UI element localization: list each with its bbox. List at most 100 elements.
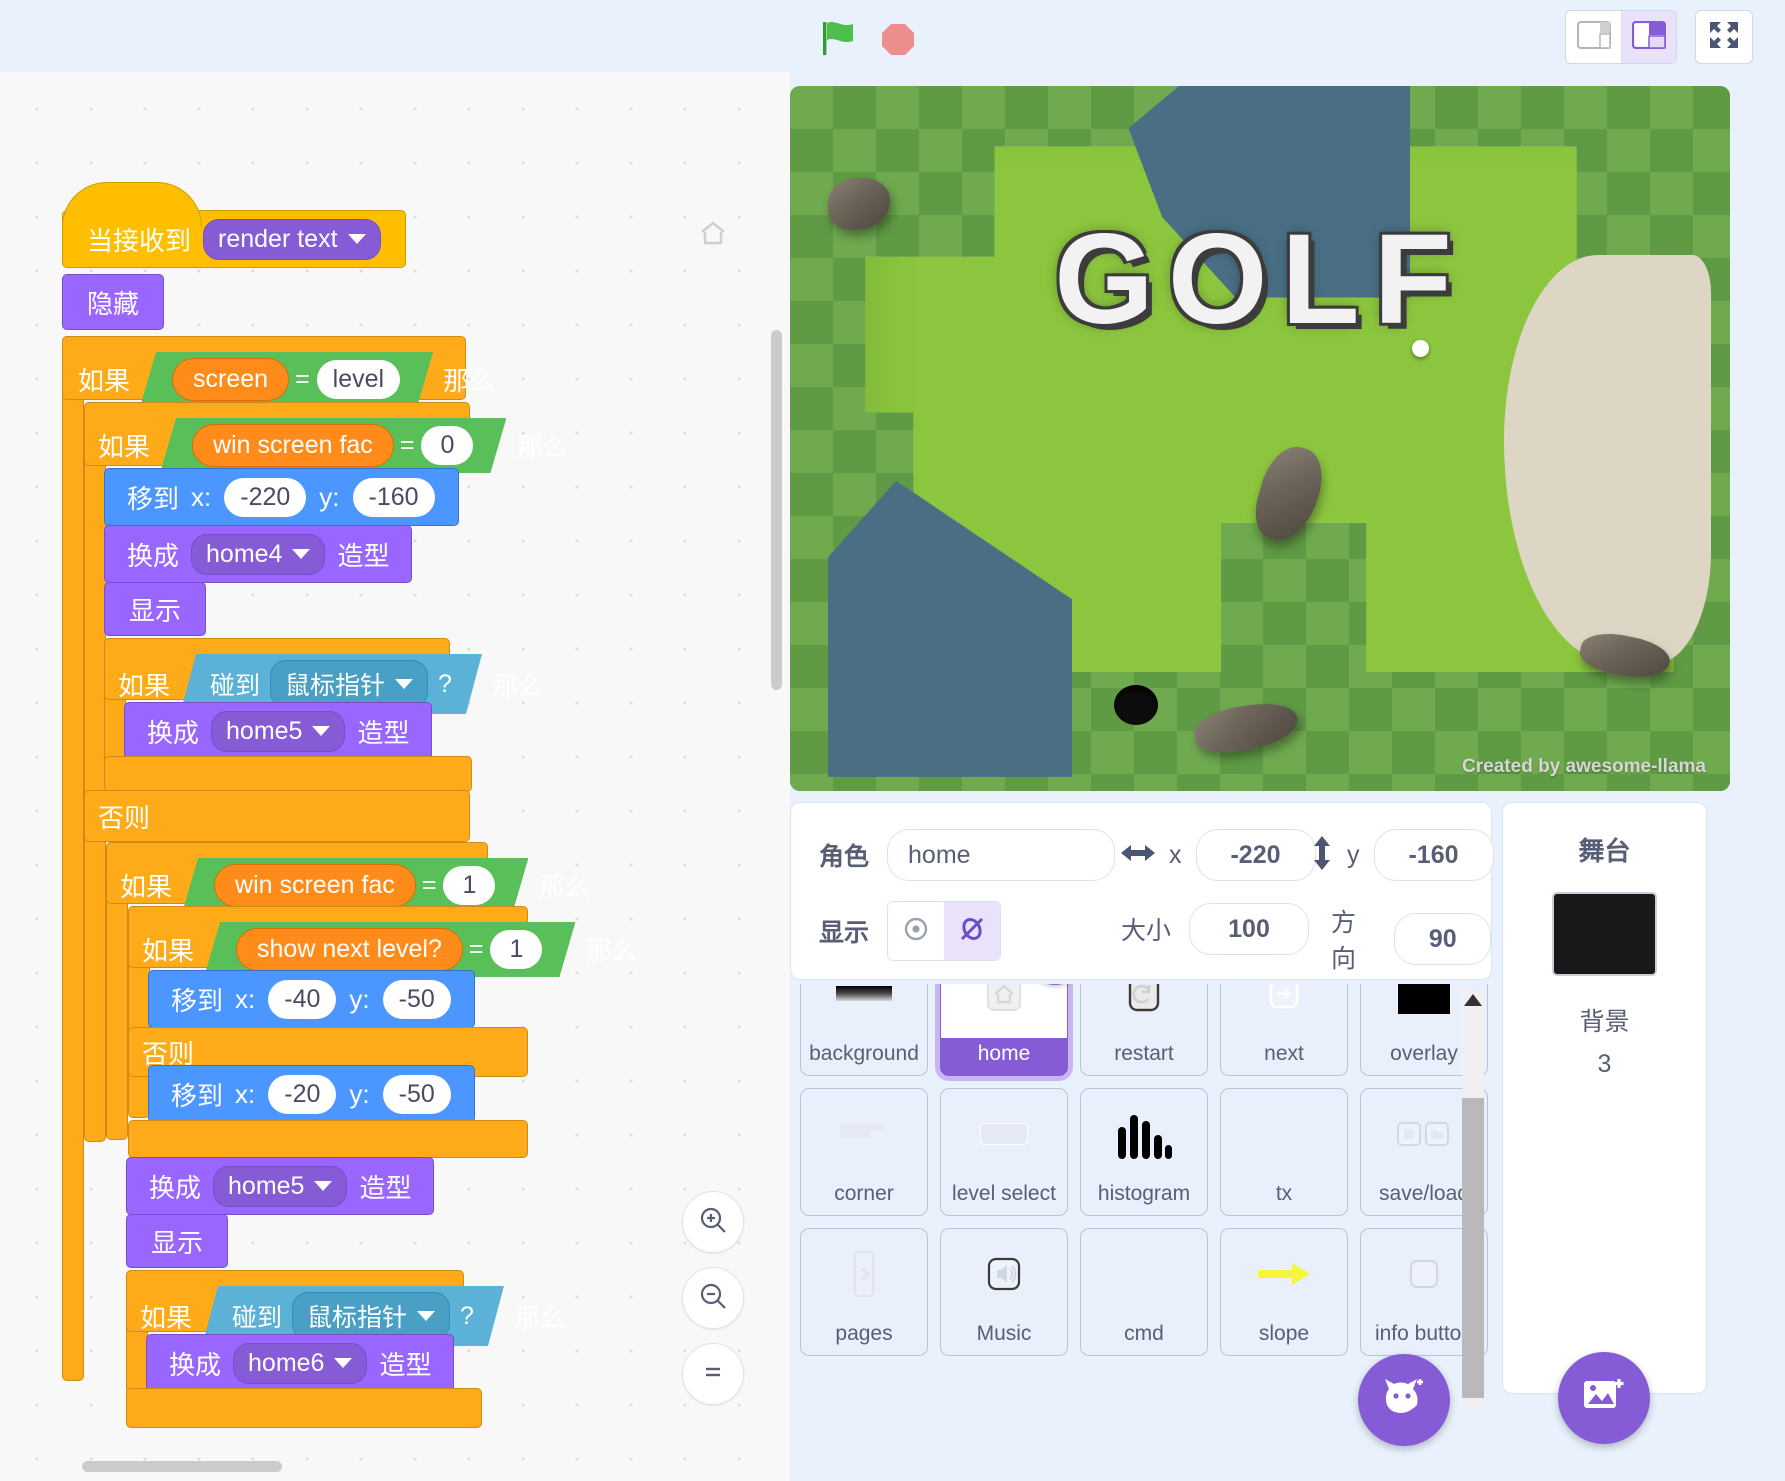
sprite-pane: 角色 home x -220 y -160 显示 大小 100 方向 90 ba… [790, 802, 1494, 1481]
costume-dropdown-1[interactable]: home4 [191, 533, 326, 575]
block-switch-costume-2[interactable]: 换成 home5 造型 [124, 702, 433, 760]
add-sprite-button[interactable] [1358, 1354, 1450, 1446]
zoom-reset-button[interactable] [682, 1343, 744, 1405]
block-when-i-receive[interactable]: 当接收到 render text [62, 182, 406, 268]
show-sprite-button[interactable] [888, 902, 945, 960]
costume-suffix-3: 造型 [359, 1172, 412, 1203]
sprite-x-input[interactable]: -220 [1195, 829, 1316, 881]
zoom-in-button[interactable] [682, 1191, 744, 1253]
block-switch-costume-1[interactable]: 换成 home4 造型 [104, 525, 413, 583]
block-goto-xy-2[interactable]: 移到 x: -40 y: -50 [148, 970, 475, 1028]
goto-x-input-1[interactable]: -220 [224, 477, 307, 517]
message-dropdown[interactable]: render text [203, 218, 381, 260]
sprite-list-scrollbar[interactable] [1462, 990, 1484, 1410]
sprite-size-input[interactable]: 100 [1189, 903, 1310, 955]
costume-suffix-2: 造型 [357, 717, 410, 748]
if-label-5: 如果 [142, 936, 195, 966]
sprite-visibility-row: 显示 [819, 901, 1002, 961]
yellow-arrow-icon [1221, 1229, 1347, 1318]
goto-y-input-1[interactable]: -160 [352, 477, 435, 517]
operator-equals-2[interactable]: win screen fac = 0 [160, 418, 506, 473]
code-workspace[interactable]: 当接收到 render text 隐藏 如果 screen = level 那么 [0, 72, 790, 1481]
block-if-screen-equals-level[interactable]: 如果 screen = level 那么 [72, 352, 501, 407]
corner-shape-icon [801, 1089, 927, 1178]
workspace-horizontal-scrollbar[interactable] [82, 1461, 282, 1472]
costume-dropdown-3[interactable]: home5 [213, 1165, 348, 1207]
zoom-out-button[interactable] [682, 1267, 744, 1329]
block-show-1[interactable]: 显示 [104, 582, 207, 636]
small-stage-button[interactable] [1566, 11, 1621, 63]
sprite-card-11[interactable]: Music [940, 1228, 1068, 1356]
sprite-card-13[interactable]: slope [1220, 1228, 1348, 1356]
costume-dropdown-4[interactable]: home6 [233, 1342, 368, 1384]
touching-label-1: 碰到 [210, 672, 261, 700]
switch-label-2: 换成 [147, 717, 200, 748]
stage-selector[interactable]: 舞台 背景 3 [1502, 802, 1707, 1394]
c-block-touching-2-footer [126, 1388, 482, 1428]
value-1-input-b[interactable]: 1 [490, 930, 542, 969]
sprite-card-8[interactable]: tx [1220, 1088, 1348, 1216]
sprite-card-10[interactable]: pages [800, 1228, 928, 1356]
sprite-y-input[interactable]: -160 [1373, 829, 1494, 881]
sprite-name-input[interactable]: home [887, 829, 1116, 881]
goto-x-input-3[interactable]: -20 [268, 1074, 337, 1114]
sprite-card-7[interactable]: histogram [1080, 1088, 1208, 1216]
sprite-card-12[interactable]: cmd [1080, 1228, 1208, 1356]
variable-show-next-level[interactable]: show next level? [236, 928, 463, 971]
if-label-3: 如果 [118, 670, 171, 701]
page-arrow-icon [801, 1229, 927, 1318]
block-if-winfac-equals-0[interactable]: 如果 win screen fac = 0 那么 [92, 418, 574, 473]
operator-equals-3[interactable]: win screen fac = 1 [182, 858, 528, 913]
value-0-input[interactable]: 0 [421, 426, 473, 465]
add-backdrop-button[interactable] [1558, 1352, 1650, 1444]
stop-button[interactable] [880, 22, 916, 56]
block-if-shownextlevel-equals-1[interactable]: 如果 show next level? = 1 那么 [136, 922, 643, 977]
touching-target-dropdown-1[interactable]: 鼠标指针 [270, 660, 428, 708]
variable-screen[interactable]: screen [172, 358, 289, 401]
sprite-card-5[interactable]: corner [800, 1088, 928, 1216]
sprite-card-3[interactable]: next [1220, 984, 1348, 1076]
touching-target-dropdown-2[interactable]: 鼠标指针 [292, 1292, 450, 1340]
variable-win-screen-fac-1[interactable]: win screen fac [192, 424, 394, 467]
block-show-2[interactable]: 显示 [126, 1214, 229, 1268]
switch-label-4: 换成 [169, 1349, 222, 1380]
visibility-label: 显示 [819, 919, 870, 947]
chevron-down-icon [292, 549, 311, 559]
sprite-list[interactable]: background home restart next overlay cor… [790, 984, 1492, 1481]
sprite-card-1[interactable]: home [940, 984, 1081, 1076]
block-goto-xy-1[interactable]: 移到 x: -220 y: -160 [104, 468, 459, 526]
goto-y-input-2[interactable]: -50 [382, 979, 451, 1019]
block-goto-xy-3[interactable]: 移到 x: -20 y: -50 [148, 1065, 475, 1123]
sprite-direction-input[interactable]: 90 [1394, 913, 1491, 965]
sprite-list-scroll-thumb[interactable] [1462, 1098, 1484, 1398]
green-flag-button[interactable] [820, 20, 858, 56]
costume-dropdown-2[interactable]: home5 [211, 710, 346, 752]
sprite-card-6[interactable]: level select [940, 1088, 1068, 1216]
operator-equals-4[interactable]: show next level? = 1 [204, 922, 575, 977]
block-switch-costume-3[interactable]: 换成 home5 造型 [126, 1157, 435, 1215]
value-1-input-a[interactable]: 1 [443, 866, 495, 905]
horizontal-arrow-icon [1121, 842, 1155, 869]
stage-preview[interactable]: GOLF Created by awesome-llama [790, 86, 1730, 791]
workspace-vertical-scrollbar[interactable] [771, 330, 782, 690]
sprite-card-0[interactable]: background [800, 984, 928, 1076]
zoom-in-icon [698, 1205, 728, 1240]
zoom-controls [682, 1191, 744, 1419]
sprite-card-2[interactable]: restart [1080, 984, 1208, 1076]
block-switch-costume-4[interactable]: 换成 home6 造型 [146, 1334, 455, 1392]
block-hide[interactable]: 隐藏 [62, 274, 165, 330]
y-label-1: y: [319, 481, 340, 512]
value-level-input[interactable]: level [317, 360, 400, 399]
variable-win-screen-fac-2[interactable]: win screen fac [214, 864, 416, 907]
chevron-down-icon [347, 234, 366, 244]
operator-equals-1[interactable]: screen = level [140, 352, 433, 407]
workspace-home-button[interactable] [690, 212, 736, 258]
goto-x-input-2[interactable]: -40 [268, 979, 337, 1019]
goto-y-input-3[interactable]: -50 [382, 1074, 451, 1114]
fullscreen-button[interactable] [1695, 10, 1753, 64]
block-if-winfac-equals-1[interactable]: 如果 win screen fac = 1 那么 [114, 858, 596, 913]
scroll-up-icon[interactable] [1464, 994, 1482, 1006]
hide-sprite-button[interactable] [944, 902, 1001, 960]
large-stage-button[interactable] [1621, 11, 1676, 63]
equals-sign: = [295, 365, 310, 393]
